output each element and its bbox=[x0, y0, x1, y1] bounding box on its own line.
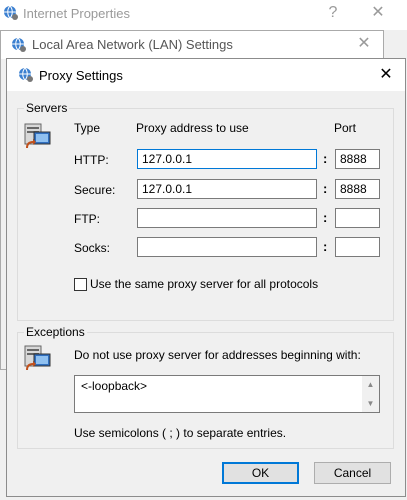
close-icon[interactable]: ✕ bbox=[347, 30, 381, 58]
ftp-address-input[interactable] bbox=[137, 208, 317, 228]
http-port-input[interactable]: 8888 bbox=[335, 149, 380, 169]
ftp-port-input[interactable] bbox=[335, 208, 380, 228]
globe-gear-icon bbox=[3, 5, 19, 21]
scroll-up-icon[interactable]: ▲ bbox=[362, 376, 379, 393]
socks-colon: : bbox=[323, 239, 328, 254]
globe-gear-icon bbox=[11, 37, 27, 53]
ok-button[interactable]: OK bbox=[222, 462, 299, 484]
same-proxy-label[interactable]: Use the same proxy server for all protoc… bbox=[90, 277, 318, 291]
internet-properties-title: Internet Properties bbox=[23, 6, 130, 21]
proxy-settings-title: Proxy Settings bbox=[39, 68, 123, 83]
cancel-button[interactable]: Cancel bbox=[314, 462, 391, 484]
exceptions-textarea[interactable]: <-loopback> ▲ ▼ bbox=[74, 375, 380, 413]
same-proxy-checkbox[interactable] bbox=[74, 278, 87, 291]
close-icon[interactable]: ✕ bbox=[369, 61, 403, 89]
exceptions-hint: Use semicolons ( ; ) to separate entries… bbox=[74, 426, 287, 440]
proxy-settings-titlebar: Proxy Settings ✕ bbox=[7, 59, 405, 91]
secure-address-input[interactable]: 127.0.0.1 bbox=[137, 179, 317, 199]
socks-label: Socks: bbox=[74, 241, 111, 255]
http-colon: : bbox=[323, 151, 328, 166]
socks-port-input[interactable] bbox=[335, 237, 380, 257]
secure-label: Secure: bbox=[74, 183, 116, 197]
servers-group: Servers Type Proxy address to use Port H… bbox=[17, 101, 394, 321]
secure-colon: : bbox=[323, 181, 328, 196]
exceptions-instruction: Do not use proxy server for addresses be… bbox=[74, 348, 361, 362]
http-label: HTTP: bbox=[74, 153, 109, 167]
servers-group-label: Servers bbox=[24, 101, 70, 115]
internet-properties-titlebar: Internet Properties ? ✕ bbox=[0, 0, 407, 30]
exceptions-group-label: Exceptions bbox=[24, 325, 87, 339]
http-address-input[interactable]: 127.0.0.1 bbox=[137, 149, 317, 169]
globe-gear-icon bbox=[18, 67, 34, 83]
exceptions-group: Exceptions Do not use proxy server for a… bbox=[17, 325, 394, 449]
lan-settings-title: Local Area Network (LAN) Settings bbox=[32, 37, 233, 52]
ftp-colon: : bbox=[323, 210, 328, 225]
scroll-down-icon[interactable]: ▼ bbox=[362, 395, 379, 412]
socks-address-input[interactable] bbox=[137, 237, 317, 257]
secure-port-input[interactable]: 8888 bbox=[335, 179, 380, 199]
server-computer-icon bbox=[23, 122, 53, 157]
type-column-header: Type bbox=[74, 121, 101, 135]
lan-settings-titlebar: Local Area Network (LAN) Settings ✕ bbox=[1, 31, 383, 59]
address-column-header: Proxy address to use bbox=[136, 121, 249, 135]
proxy-settings-dialog: Proxy Settings ✕ Servers Type Proxy addr… bbox=[6, 58, 406, 497]
port-column-header: Port bbox=[334, 121, 357, 135]
close-icon[interactable]: ✕ bbox=[361, 0, 395, 27]
help-button[interactable]: ? bbox=[316, 0, 350, 27]
server-computer-icon bbox=[23, 344, 53, 379]
ftp-label: FTP: bbox=[74, 212, 100, 226]
exceptions-scrollbar[interactable]: ▲ ▼ bbox=[362, 376, 379, 412]
exceptions-value: <-loopback> bbox=[81, 379, 148, 393]
